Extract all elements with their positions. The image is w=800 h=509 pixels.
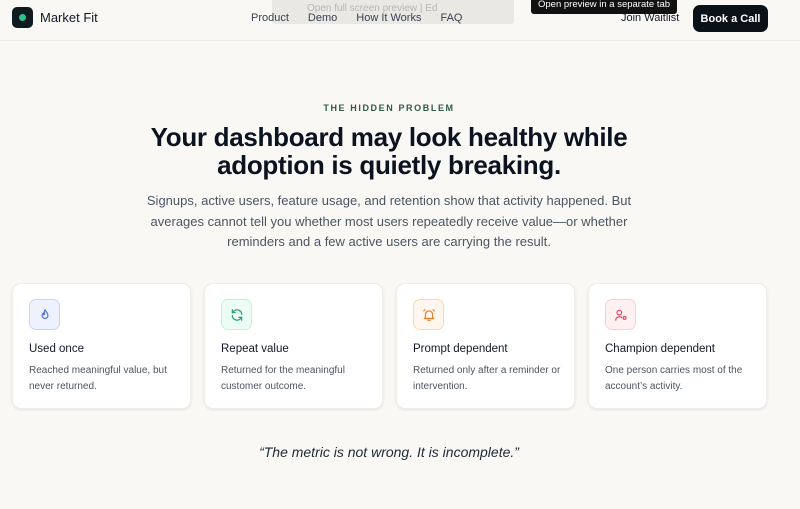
card-repeat-value: Repeat value Returned for the meaningful… (204, 283, 383, 409)
card-description: Reached meaningful value, but never retu… (29, 365, 167, 392)
card-description: Returned only after a reminder or interv… (413, 365, 561, 392)
refresh-icon (221, 299, 252, 330)
section-quote: “The metric is not wrong. It is incomple… (259, 444, 519, 460)
main-nav: Product Demo How It Works FAQ (251, 12, 462, 24)
headline-line-1: Your dashboard may look healthy while (150, 122, 628, 152)
section-headline: Your dashboard may look healthy while ad… (0, 123, 778, 179)
card-champion-dependent: Champion dependent One person carries mo… (588, 283, 767, 409)
nav-link-product[interactable]: Product (251, 12, 289, 24)
join-waitlist-link[interactable]: Join Waitlist (621, 12, 679, 24)
card-description: One person carries most of the account’s… (605, 365, 743, 392)
nav-link-how-it-works[interactable]: How It Works (356, 12, 421, 24)
card-title: Used once (29, 343, 84, 355)
book-call-button[interactable]: Book a Call (693, 5, 768, 32)
brand-logo[interactable]: Market Fit (12, 7, 98, 28)
card-description: Returned for the meaningful customer out… (221, 365, 345, 392)
section-description: Signups, active users, feature usage, an… (146, 193, 632, 249)
card-prompt-dependent: Prompt dependent Returned only after a r… (396, 283, 575, 409)
bell-icon (413, 299, 444, 330)
nav-link-faq[interactable]: FAQ (440, 12, 462, 24)
user-settings-icon (605, 299, 636, 330)
section-eyebrow: THE HIDDEN PROBLEM (323, 103, 455, 113)
card-used-once: Used once Reached meaningful value, but … (12, 283, 191, 409)
flame-icon (29, 299, 60, 330)
card-title: Champion dependent (605, 343, 715, 355)
headline-line-2: adoption is quietly breaking. (217, 150, 561, 180)
logo-mark-icon (12, 7, 33, 28)
site-header: Market Fit Open full screen preview | Ed… (0, 0, 800, 41)
card-title: Repeat value (221, 343, 289, 355)
brand-name: Market Fit (40, 10, 98, 25)
nav-link-demo[interactable]: Demo (308, 12, 337, 24)
card-title: Prompt dependent (413, 343, 508, 355)
